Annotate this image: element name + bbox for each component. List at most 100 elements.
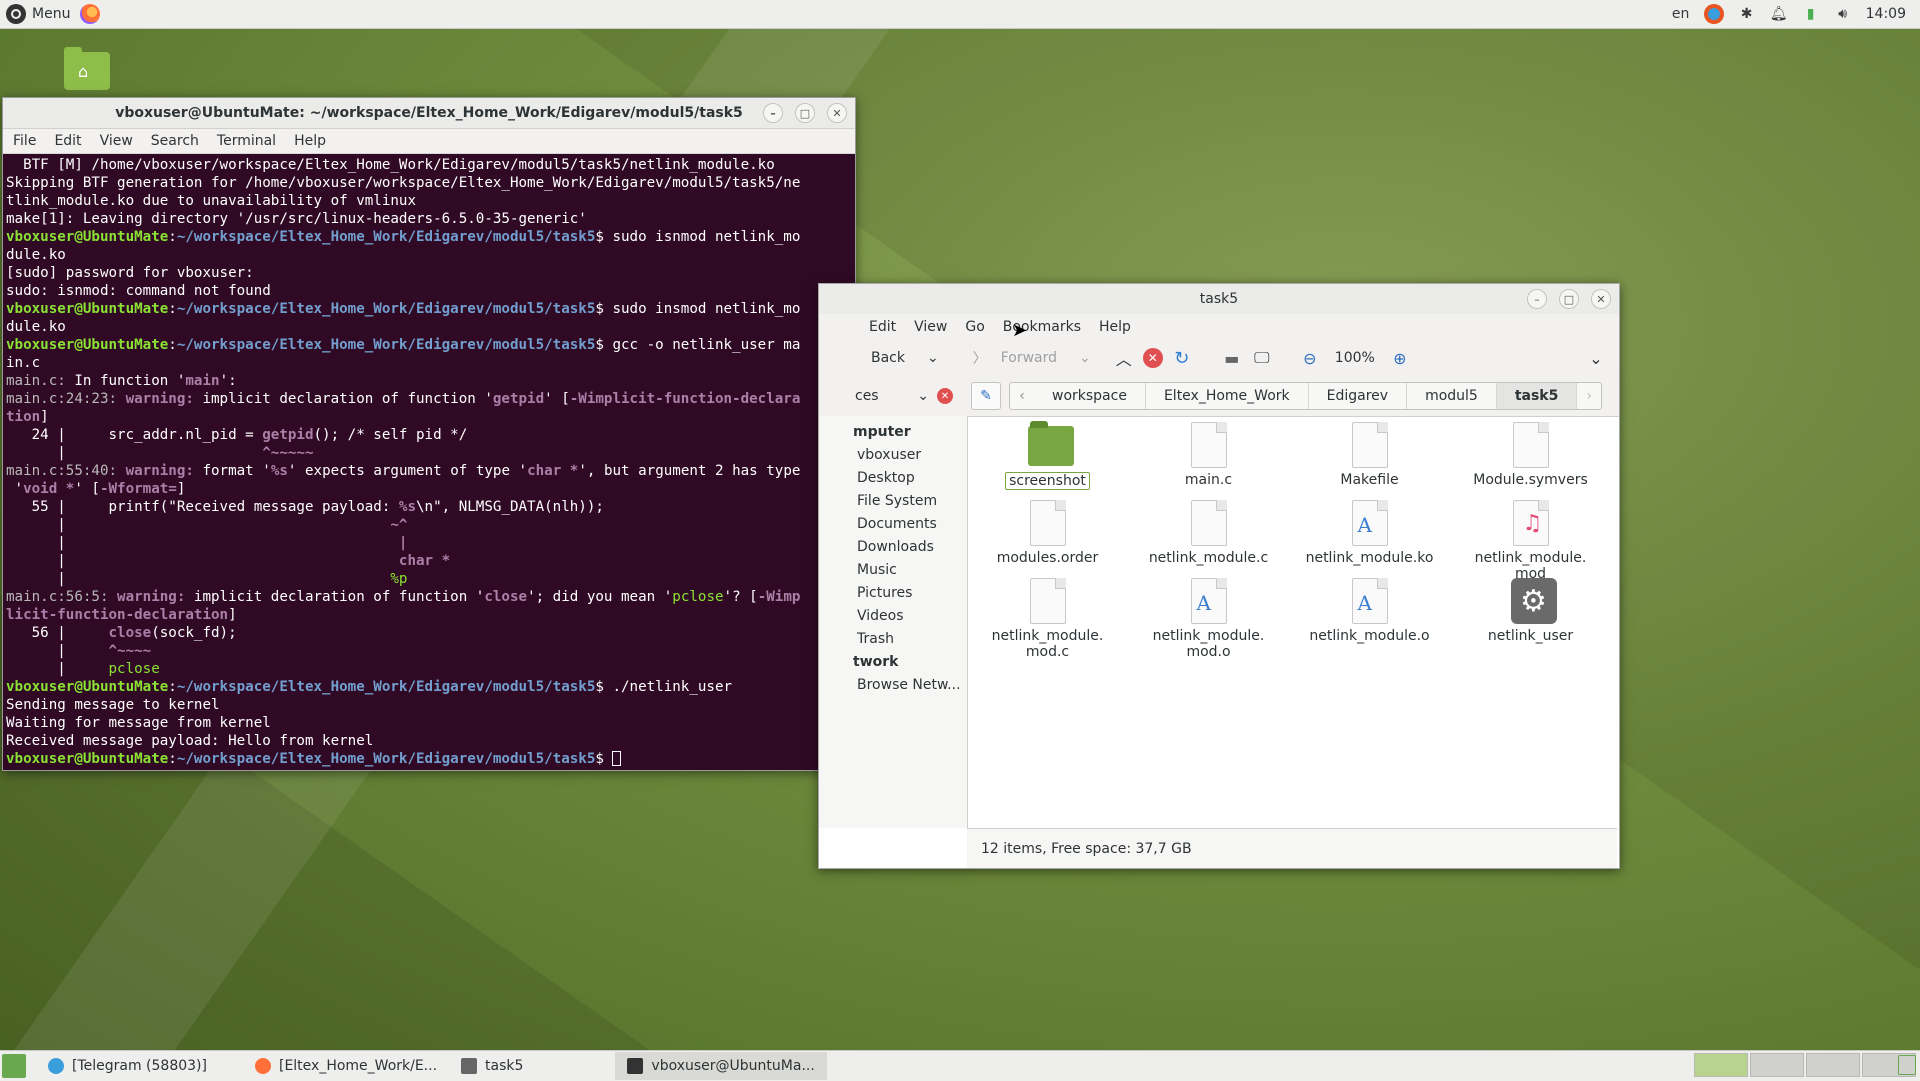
close-button[interactable]: ✕ xyxy=(827,103,847,123)
chevron-down-icon: ⌄ xyxy=(917,388,929,404)
file-item-makefile[interactable]: Makefile xyxy=(1289,422,1450,500)
file-item-netlink-user[interactable]: ⚙ netlink_user xyxy=(1450,578,1611,656)
maximize-button[interactable]: □ xyxy=(795,103,815,123)
file-item-netlink-module-mod[interactable]: ♫ netlink_module. mod xyxy=(1450,500,1611,582)
reload-icon[interactable]: ↻ xyxy=(1171,347,1193,369)
file-item-netlink-module-o[interactable]: A netlink_module.o xyxy=(1289,578,1450,656)
up-arrow-icon[interactable]: ︿ xyxy=(1113,347,1135,369)
file-label: netlink_user xyxy=(1487,628,1574,644)
desktop-home-folder-icon[interactable]: ⌂ xyxy=(64,47,110,92)
chevron-right-icon[interactable]: › xyxy=(1577,383,1601,409)
sidebar-item-videos[interactable]: Videos xyxy=(819,604,967,627)
breadcrumb-workspace[interactable]: workspace xyxy=(1034,383,1146,409)
terminal-titlebar[interactable]: vboxuser@UbuntuMate: ~/workspace/Eltex_H… xyxy=(3,98,855,129)
workspace-2[interactable] xyxy=(1750,1053,1804,1077)
sidebar-item-desktop[interactable]: Desktop xyxy=(819,466,967,489)
sidebar-item-music[interactable]: Music xyxy=(819,558,967,581)
minimize-button[interactable]: – xyxy=(763,103,783,123)
zoom-in-icon[interactable]: ⊕ xyxy=(1389,347,1411,369)
src-marker-pre: | xyxy=(6,445,263,461)
fm-titlebar[interactable]: task5 – □ ✕ xyxy=(819,284,1619,314)
file-item-netlink-module-c[interactable]: netlink_module.c xyxy=(1128,500,1289,578)
battery-icon[interactable]: ▮ xyxy=(1802,5,1820,23)
volume-icon[interactable]: 🔊︎ xyxy=(1834,5,1852,23)
keyboard-layout-indicator[interactable]: en xyxy=(1672,5,1690,23)
chevron-down-icon[interactable]: ⌄ xyxy=(927,350,939,366)
main-menu-button[interactable]: Menu xyxy=(0,0,76,28)
src-line: (); /* self pid */ xyxy=(313,427,468,443)
sidebar-item-trash[interactable]: Trash xyxy=(819,627,967,650)
menu-help[interactable]: Help xyxy=(1099,319,1131,335)
taskbar-item-telegram[interactable]: [Telegram (58803)] xyxy=(36,1052,219,1080)
minimize-button[interactable]: – xyxy=(1527,289,1547,309)
file-label: screenshot xyxy=(1005,472,1090,490)
menu-edit[interactable]: Edit xyxy=(54,133,81,149)
terminal-output[interactable]: BTF [M] /home/vboxuser/workspace/Eltex_H… xyxy=(3,154,855,768)
file-item-module-symvers[interactable]: Module.symvers xyxy=(1450,422,1611,500)
notification-bell-icon[interactable]: 🔔︎ xyxy=(1770,5,1788,23)
src-fn: getpid xyxy=(262,427,314,443)
workspace-switcher xyxy=(1694,1053,1916,1077)
menu-terminal[interactable]: Terminal xyxy=(217,133,276,149)
file-item-netlink-module-ko[interactable]: A netlink_module.ko xyxy=(1289,500,1450,578)
show-desktop-button[interactable] xyxy=(2,1054,26,1078)
maximize-button[interactable]: □ xyxy=(1559,289,1579,309)
menu-view[interactable]: View xyxy=(100,133,133,149)
terminal-window[interactable]: vboxuser@UbuntuMate: ~/workspace/Eltex_H… xyxy=(2,97,856,771)
warn-suggestion: pclose xyxy=(672,589,724,605)
back-button[interactable]: Back ⌄ xyxy=(865,346,945,370)
menu-search[interactable]: Search xyxy=(151,133,199,149)
sidebar-item-vboxuser[interactable]: vboxuser xyxy=(819,443,967,466)
fm-file-grid[interactable]: screenshot main.c Makefile Module.symver… xyxy=(967,416,1617,834)
taskbar-item-terminal[interactable]: vboxuser@UbuntuMa... xyxy=(615,1052,827,1080)
trash-applet-icon[interactable] xyxy=(1898,1055,1916,1075)
home-folder-icon[interactable]: ▬ xyxy=(1221,347,1243,369)
warn-flag: licit-function-declaration xyxy=(6,607,229,623)
computer-icon[interactable]: 🖵︎ xyxy=(1251,347,1273,369)
file-manager-window[interactable]: task5 – □ ✕ Edit View Go Bookmarks Help … xyxy=(818,283,1620,869)
sidebar-item-file-system[interactable]: File System xyxy=(819,489,967,512)
breadcrumb-edigarev[interactable]: Edigarev xyxy=(1309,383,1408,409)
file-item-main-c[interactable]: main.c xyxy=(1128,422,1289,500)
menu-go[interactable]: Go xyxy=(965,319,984,335)
firefox-launcher-icon[interactable] xyxy=(80,4,101,24)
telegram-tray-icon[interactable] xyxy=(1703,4,1724,24)
file-item-netlink-module-mod-o[interactable]: A netlink_module. mod.o xyxy=(1128,578,1289,660)
sidebar-item-downloads[interactable]: Downloads xyxy=(819,535,967,558)
taskbar-item-file-manager[interactable]: task5 xyxy=(449,1052,535,1080)
src-marker-pre: | xyxy=(6,553,399,569)
breadcrumb-task5[interactable]: task5 xyxy=(1496,383,1578,409)
file-item-netlink-module-mod-c[interactable]: netlink_module. mod.c xyxy=(967,578,1128,660)
taskbar-item-firefox[interactable]: [Eltex_Home_Work/E... xyxy=(243,1052,449,1080)
bluetooth-icon[interactable]: ✱ xyxy=(1738,5,1756,23)
forward-button[interactable]: 〉 Forward ⌄ xyxy=(967,344,1097,372)
term-line: in.c xyxy=(6,355,41,371)
menu-help[interactable]: Help xyxy=(294,133,326,149)
term-line: Waiting for message from kernel xyxy=(6,715,271,731)
text-file-icon xyxy=(1512,422,1549,468)
file-item-screenshot[interactable]: screenshot xyxy=(967,421,1128,500)
menu-edit[interactable]: Edit xyxy=(869,319,896,335)
breadcrumb-eltex-home-work[interactable]: Eltex_Home_Work xyxy=(1146,383,1309,409)
warn-text: ] xyxy=(176,481,186,497)
workspace-1[interactable] xyxy=(1694,1053,1748,1077)
breadcrumb-modul5[interactable]: modul5 xyxy=(1407,383,1497,409)
sidebar-item-pictures[interactable]: Pictures xyxy=(819,581,967,604)
chevron-left-icon[interactable]: ‹ xyxy=(1010,383,1034,409)
edit-location-pencil-icon[interactable]: ✎ xyxy=(971,382,1001,410)
close-side-pane-icon[interactable]: ✕ xyxy=(937,388,953,404)
chevron-down-icon[interactable]: ⌄ xyxy=(1079,350,1091,366)
side-pane-selector[interactable]: ces ⌄ xyxy=(819,388,937,404)
sidebar-item-documents[interactable]: Documents xyxy=(819,512,967,535)
close-button[interactable]: ✕ xyxy=(1591,289,1611,309)
chevron-down-icon[interactable]: ⌄ xyxy=(1585,347,1607,369)
file-item-modules-order[interactable]: modules.order xyxy=(967,500,1128,578)
zoom-out-icon[interactable]: ⊖ xyxy=(1299,347,1321,369)
sidebar-heading-network: twork xyxy=(853,653,899,670)
menu-view[interactable]: View xyxy=(914,319,947,335)
stop-icon[interactable]: ✕ xyxy=(1142,348,1163,368)
sidebar-item-browse-network[interactable]: Browse Netw... xyxy=(819,673,967,696)
workspace-3[interactable] xyxy=(1806,1053,1860,1077)
menu-file[interactable]: File xyxy=(13,133,36,149)
clock[interactable]: 14:09 xyxy=(1866,6,1906,22)
